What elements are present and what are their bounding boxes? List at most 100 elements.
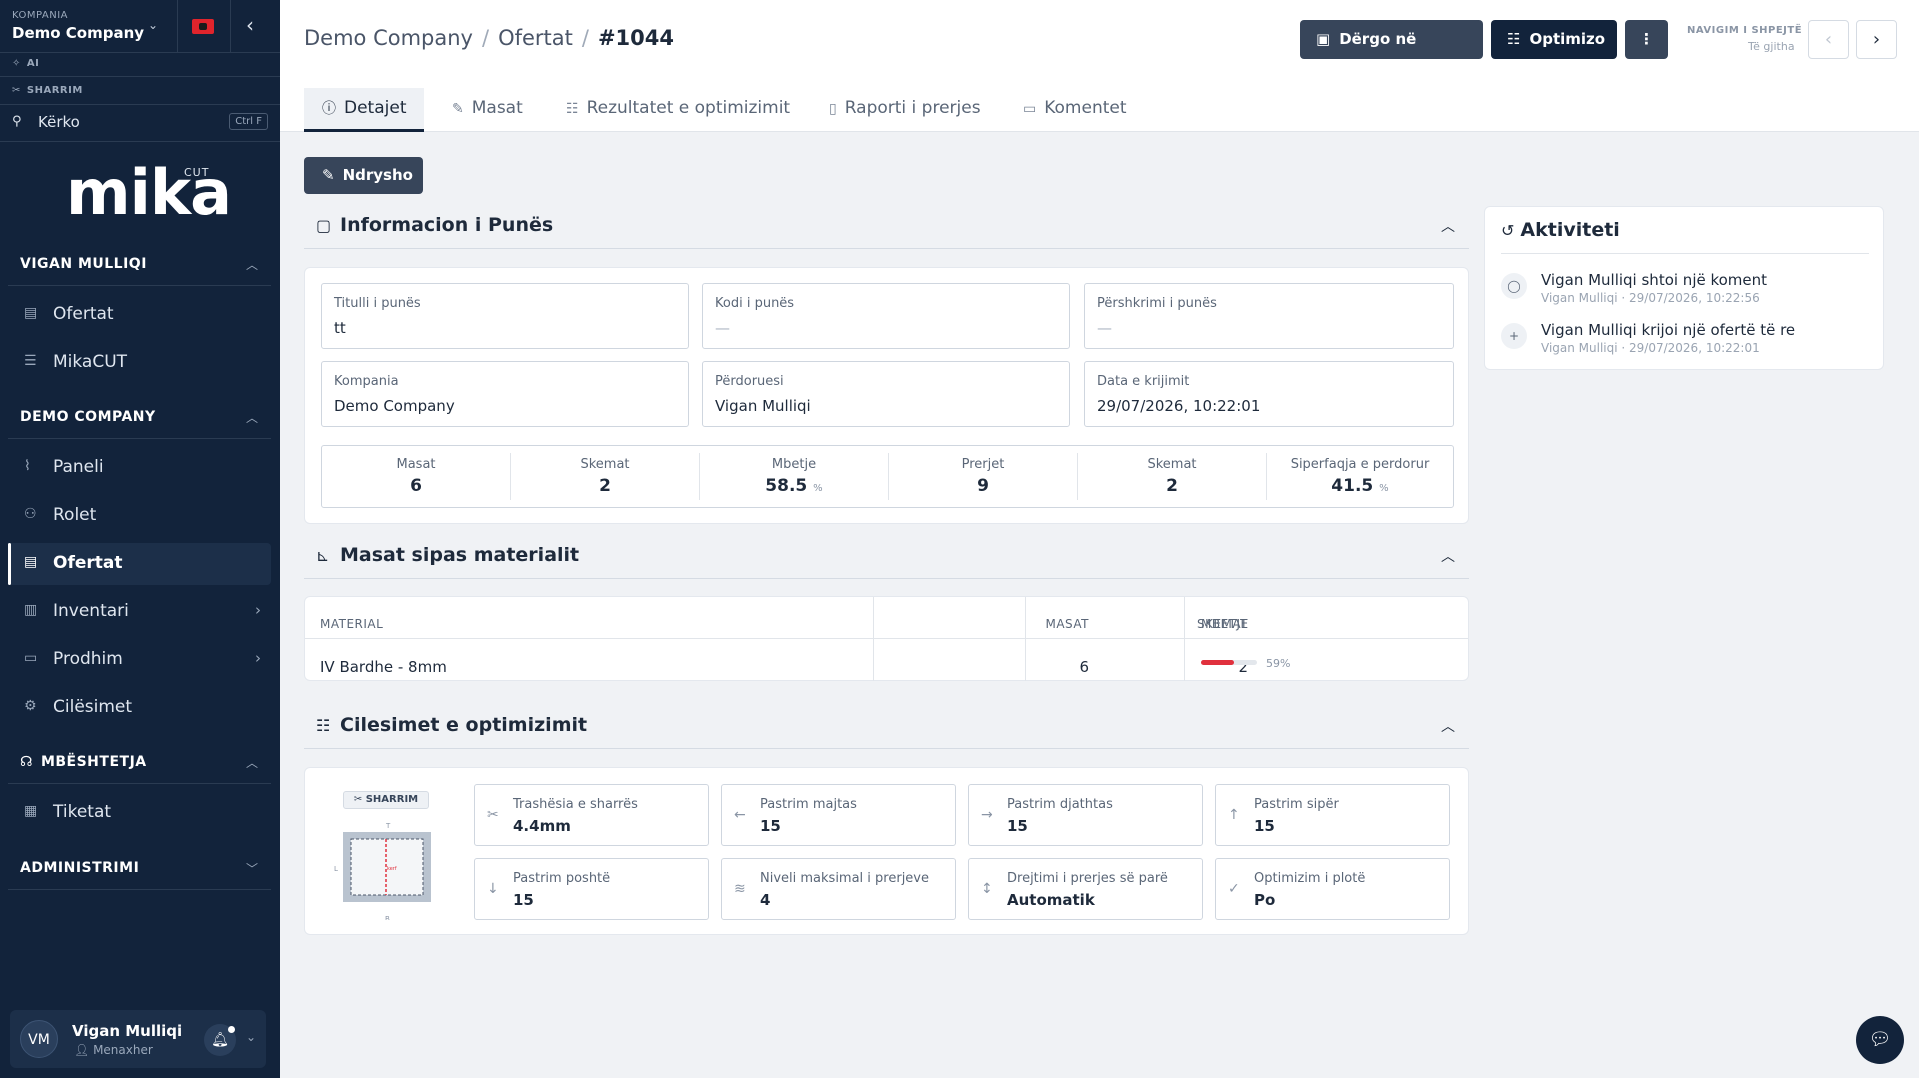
sawing-link[interactable]: ✂ SHARRIM: [12, 85, 83, 96]
field-value: Demo Company: [334, 397, 455, 415]
person-icon: 👤︎: [74, 1043, 94, 1057]
activity-text: Vigan Mulliqi krijoi një ofertë të re: [1541, 321, 1796, 339]
logo-superscript: CUT: [184, 166, 210, 179]
arrow-right-icon: →: [981, 807, 993, 823]
chevron-down-icon[interactable]: ⌄: [148, 18, 158, 32]
ai-link[interactable]: ✧ AI: [12, 58, 39, 69]
sidebar-item-mikacut[interactable]: ☰ MikaCUT: [8, 342, 271, 384]
stat-unit: %: [813, 483, 823, 494]
chart-icon: ⌇: [24, 458, 31, 474]
headset-icon: ☊: [20, 754, 33, 770]
chevron-down-icon[interactable]: ﹀: [246, 860, 258, 877]
activity-meta: Vigan Mulliqi · 29/07/2026, 10:22:01: [1541, 341, 1760, 355]
sidebar-item-paneli[interactable]: ⌇ Paneli: [8, 447, 271, 489]
chevron-down-icon[interactable]: ⌄: [246, 1030, 256, 1044]
chevron-up-icon[interactable]: ︿: [1441, 546, 1455, 566]
sidebar-item-tiketat[interactable]: ▦ Tiketat: [8, 792, 271, 834]
search-input[interactable]: ⚲ Kërko Ctrl F: [12, 113, 268, 133]
flag-albania-icon[interactable]: [192, 19, 214, 34]
stat-value: 6: [322, 476, 510, 496]
tab-detajet[interactable]: ⓘ Detajet: [304, 88, 425, 132]
divider: [1501, 253, 1869, 254]
job-info-header[interactable]: ▢ Informacion i Punës ︿: [304, 207, 1469, 249]
ai-label: AI: [26, 58, 40, 69]
previous-button[interactable]: ‹: [1808, 20, 1849, 59]
diagram-left: L: [334, 865, 338, 873]
chevron-up-icon[interactable]: ︿: [1441, 716, 1455, 736]
pencil-icon: ✎: [452, 101, 464, 117]
divider: [0, 104, 280, 105]
stat-value: 2: [511, 476, 699, 496]
more-options-button[interactable]: ⋮: [1625, 20, 1668, 59]
setting-label: Pastrim djathtas: [1007, 797, 1113, 812]
section-title: Masat sipas materialit: [340, 544, 580, 566]
breadcrumb: Demo Company / Ofertat / #1044: [304, 26, 674, 50]
setting-label: Optimizim i plotë: [1254, 871, 1366, 886]
next-button[interactable]: ›: [1856, 20, 1897, 59]
divider: [8, 889, 271, 890]
chevron-up-icon[interactable]: ︿: [1441, 216, 1455, 236]
sidebar-item-inventari[interactable]: ▥ Inventari ›: [8, 591, 271, 633]
stat-label: Skemat: [1147, 457, 1197, 472]
tab-raporti[interactable]: ▯ Raporti i prerjes: [829, 88, 981, 132]
scissors-icon: ✂: [487, 807, 499, 823]
send-to-machine-button[interactable]: ▣ Dërgo në makinë: [1300, 20, 1483, 87]
section-administrimi[interactable]: ADMINISTRIMI: [20, 860, 139, 876]
sidebar-item-label: Paneli: [53, 457, 104, 477]
waste-progress-fill: [1201, 660, 1235, 665]
sawing-tag: ✂ SHARRIM: [343, 791, 429, 809]
sidebar-item-ofertat-personal[interactable]: ▤ Ofertat: [8, 294, 271, 336]
chevron-up-icon[interactable]: ︿: [246, 754, 258, 771]
user-name: Vigan Mulliqi: [72, 1022, 183, 1040]
sidebar-item-cilesimet[interactable]: ⚙ Cilësimet: [8, 687, 271, 729]
setting-value: Po: [1254, 891, 1276, 909]
section-vigan-mulliqi[interactable]: VIGAN MULLIQI: [20, 256, 147, 272]
chevron-up-icon[interactable]: ︿: [246, 256, 258, 273]
stat-number: 6: [410, 476, 422, 496]
edit-button[interactable]: ✎ Ndrysho: [304, 157, 423, 194]
activity-panel: ↺ Aktiviteti ◯ Vigan Mulliqi shtoi një ko…: [1484, 206, 1884, 370]
field-label: Kodi i punës: [715, 296, 795, 311]
stat-label: Siperfaqja e perdorur: [1290, 457, 1430, 472]
user-role: 👤︎ Menaxher: [74, 1043, 153, 1057]
setting-trim-right: → Pastrim djathtas 15: [968, 784, 1203, 846]
chat-icon[interactable]: 💬︎: [1856, 1016, 1904, 1064]
breadcrumb-company[interactable]: Demo Company: [304, 26, 473, 50]
setting-first-cut-direction: ↕ Drejtimi i prerjes së parë Automatik: [968, 858, 1203, 920]
collapse-sidebar-icon[interactable]: ‹: [246, 13, 254, 37]
stat-number: 41.5: [1331, 476, 1374, 496]
breadcrumb-ofertat[interactable]: Ofertat: [498, 26, 573, 50]
optimization-header[interactable]: ☷ Cilesimet e optimizimit ︿: [304, 707, 1469, 749]
sliders-icon: ☷: [316, 716, 331, 735]
bell-icon[interactable]: 🔔︎: [204, 1024, 236, 1056]
tab-masat[interactable]: ✎ Masat: [452, 88, 523, 132]
sidebar-item-label: Ofertat: [53, 304, 114, 324]
setting-label: Trashësia e sharrës: [513, 797, 638, 812]
sidebar-item-prodhim[interactable]: ▭ Prodhim ›: [8, 639, 271, 681]
waste-progress-bar: [1201, 660, 1257, 665]
material-name: IV Bardhe - 8mm: [320, 658, 447, 676]
setting-value: 4.4mm: [513, 817, 571, 835]
optimize-button[interactable]: ☷ Optimizo: [1491, 20, 1617, 59]
quick-nav-value[interactable]: Të gjitha: [1748, 40, 1795, 53]
material-masat: 6: [1079, 658, 1089, 676]
company-field: Kompania Demo Company: [321, 361, 689, 427]
materials-header[interactable]: ⊾ Masat sipas materialit ︿: [304, 537, 1469, 579]
tab-komentet[interactable]: ▭ Komentet: [1023, 88, 1127, 132]
sidebar-item-rolet[interactable]: ⚇ Rolet: [8, 495, 271, 537]
setting-trim-left: ← Pastrim majtas 15: [721, 784, 956, 846]
company-switcher[interactable]: KOMPANIA Demo Company ⌄: [0, 0, 280, 53]
section-mbeshtetja[interactable]: ☊ MBËSHTETJA: [20, 754, 147, 770]
diagram-kerf-label: kerf: [387, 866, 397, 872]
section-demo-company[interactable]: DEMO COMPANY: [20, 409, 156, 425]
activity-item: ◯ Vigan Mulliqi shtoi një koment Vigan M…: [1501, 269, 1871, 309]
chevron-up-icon[interactable]: ︿: [246, 409, 258, 426]
comment-icon: ▭: [1023, 101, 1037, 117]
sidebar-item-ofertat[interactable]: ▤ Ofertat: [8, 543, 271, 585]
sparkle-icon: ✧: [12, 58, 21, 69]
tab-rezultatet[interactable]: ☷ Rezultatet e optimizimit: [566, 88, 790, 132]
job-code-field: Kodi i punës —: [702, 283, 1070, 349]
user-card[interactable]: VM Vigan Mulliqi 👤︎ Menaxher 🔔︎ ⌄: [10, 1010, 266, 1068]
arrow-down-icon: ↓: [487, 881, 499, 897]
activity-text: Vigan Mulliqi shtoi një koment: [1541, 271, 1768, 289]
